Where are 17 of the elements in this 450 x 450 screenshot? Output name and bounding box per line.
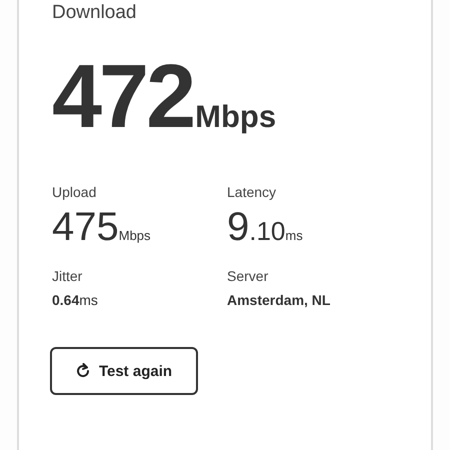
stat-value: 475: [52, 207, 119, 247]
download-value: 472: [52, 52, 194, 142]
stat-label: Server: [227, 269, 270, 283]
stat-label: Jitter: [52, 269, 84, 283]
stat-label: Upload: [52, 185, 98, 199]
stat-label: Latency: [227, 185, 278, 199]
stat-value: 9: [227, 207, 250, 247]
download-label: Download: [52, 1, 138, 22]
download-unit: Mbps: [195, 101, 276, 132]
test-again-button[interactable]: Test again: [50, 347, 198, 395]
refresh-icon: [76, 363, 90, 379]
stat-value: Amsterdam, NL: [227, 293, 330, 307]
stat-decimals: .10: [249, 218, 286, 244]
stat-unit: ms: [285, 229, 303, 242]
stat-unit: ms: [79, 293, 98, 307]
stat-unit: Mbps: [118, 229, 151, 242]
stat-value: 0.64: [52, 293, 80, 307]
